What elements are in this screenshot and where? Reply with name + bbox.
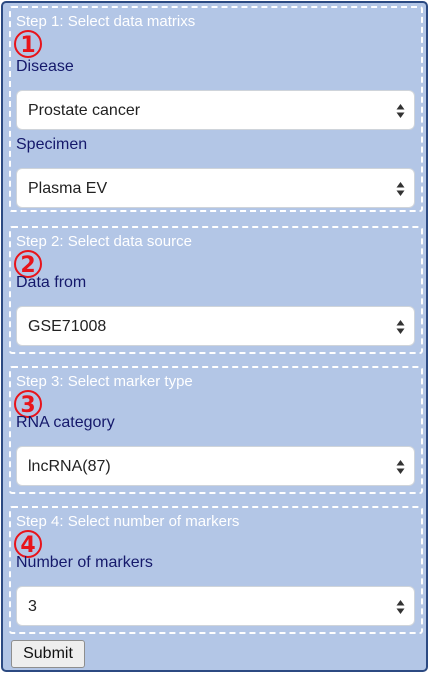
step-2-title: Step 2: Select data source (16, 233, 192, 250)
step-1-number-icon: 1 (14, 30, 42, 58)
up-down-arrows-icon (396, 460, 405, 474)
specimen-select-value: Plasma EV (28, 180, 108, 197)
disease-select-value: Prostate cancer (28, 102, 141, 119)
step-1-section: Step 1: Select data matrixs 1 Disease Pr… (9, 6, 423, 212)
data-source-select-value: GSE71008 (28, 318, 107, 335)
number-of-markers-select[interactable]: 3 (16, 586, 415, 626)
up-down-arrows-icon (396, 104, 405, 118)
step-4-title: Step 4: Select number of markers (16, 513, 240, 530)
step-4-section: Step 4: Select number of markers 4 Numbe… (9, 506, 423, 634)
rna-category-select-value: lncRNA(87) (28, 458, 111, 475)
disease-label: Disease (16, 58, 74, 75)
step-2-section: Step 2: Select data source 2 Data from G… (9, 226, 423, 354)
disease-select[interactable]: Prostate cancer (16, 90, 415, 130)
submit-button[interactable]: Submit (11, 640, 85, 668)
rna-category-select[interactable]: lncRNA(87) (16, 446, 415, 486)
up-down-arrows-icon (396, 600, 405, 614)
data-from-label: Data from (16, 274, 87, 291)
specimen-select[interactable]: Plasma EV (16, 168, 415, 208)
marker-form-panel: Step 1: Select data matrixs 1 Disease Pr… (1, 1, 428, 672)
step-3-title: Step 3: Select marker type (16, 373, 193, 390)
data-source-select[interactable]: GSE71008 (16, 306, 415, 346)
number-of-markers-label: Number of markers (16, 554, 153, 571)
step-3-section: Step 3: Select marker type 3 RNA categor… (9, 366, 423, 494)
step-1-title: Step 1: Select data matrixs (16, 13, 196, 30)
rna-category-label: RNA category (16, 414, 115, 431)
up-down-arrows-icon (396, 182, 405, 196)
number-of-markers-select-value: 3 (28, 598, 37, 615)
up-down-arrows-icon (396, 320, 405, 334)
specimen-label: Specimen (16, 136, 88, 153)
